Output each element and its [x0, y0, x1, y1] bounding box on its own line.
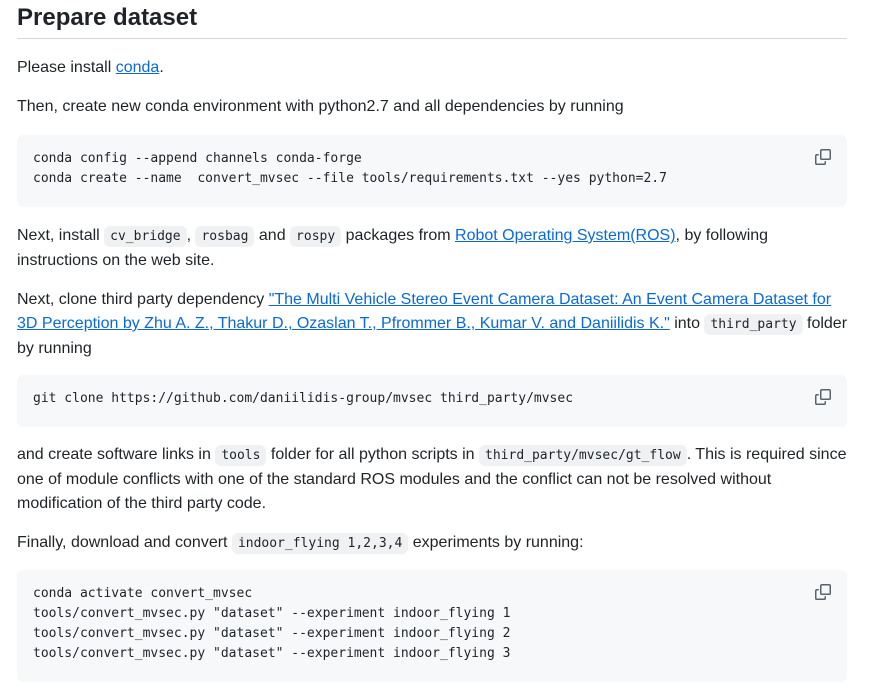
- code-line: git clone https://github.com/daniilidis-…: [33, 391, 574, 406]
- inline-code: indoor_flying 1,2,3,4: [231, 533, 409, 554]
- download-paragraph: Finally, download and convert indoor_fly…: [17, 531, 847, 556]
- section-heading: Prepare dataset: [17, 2, 847, 39]
- code-line: tools/convert_mvsec.py "dataset" --exper…: [33, 646, 511, 661]
- inline-code: rospy: [290, 226, 342, 247]
- ros-link[interactable]: Robot Operating System(ROS): [455, 227, 676, 244]
- text: and: [254, 227, 291, 244]
- code-block-convert: conda activate convert_mvsec tools/conver…: [17, 570, 847, 682]
- text: Next, clone third party dependency: [17, 291, 269, 308]
- code-line: tools/convert_mvsec.py "dataset" --exper…: [33, 606, 511, 621]
- copy-icon[interactable]: [815, 389, 831, 405]
- code-line: conda create --name convert_mvsec --file…: [33, 171, 667, 186]
- code-line: conda activate convert_mvsec: [33, 586, 253, 601]
- code-line: tools/convert_mvsec.py "dataset" --exper…: [33, 626, 511, 641]
- code-block-git-clone: git clone https://github.com/daniilidis-…: [17, 375, 847, 427]
- inline-code: rosbag: [195, 226, 255, 247]
- code-block-conda: conda config --append channels conda-for…: [17, 135, 847, 207]
- text: Please install: [17, 59, 116, 76]
- text: and create software links in: [17, 446, 216, 463]
- inline-code: third_party: [704, 314, 803, 335]
- clone-dependency-paragraph: Next, clone third party dependency "The …: [17, 288, 847, 361]
- conda-link[interactable]: conda: [116, 59, 160, 76]
- readme-section: Prepare dataset Please install conda. Th…: [0, 0, 870, 695]
- text: Finally, download and convert: [17, 534, 232, 551]
- text: into: [669, 315, 705, 332]
- text: Next, install: [17, 227, 105, 244]
- create-env-paragraph: Then, create new conda environment with …: [17, 98, 624, 115]
- copy-icon[interactable]: [815, 149, 831, 165]
- install-ros-paragraph: Next, install cv_bridge, rosbag and rosp…: [17, 224, 847, 273]
- code-line: conda config --append channels conda-for…: [33, 151, 362, 166]
- install-conda-paragraph: Please install conda.: [17, 56, 847, 80]
- copy-icon[interactable]: [815, 584, 831, 600]
- text: folder for all python scripts in: [266, 446, 480, 463]
- inline-code: cv_bridge: [104, 226, 187, 247]
- text: packages from: [341, 227, 456, 244]
- text: experiments by running:: [408, 534, 584, 551]
- inline-code: tools: [215, 445, 267, 466]
- software-links-paragraph: and create software links in tools folde…: [17, 443, 847, 516]
- inline-code: third_party/mvsec/gt_flow: [479, 445, 687, 466]
- text: .: [159, 59, 164, 76]
